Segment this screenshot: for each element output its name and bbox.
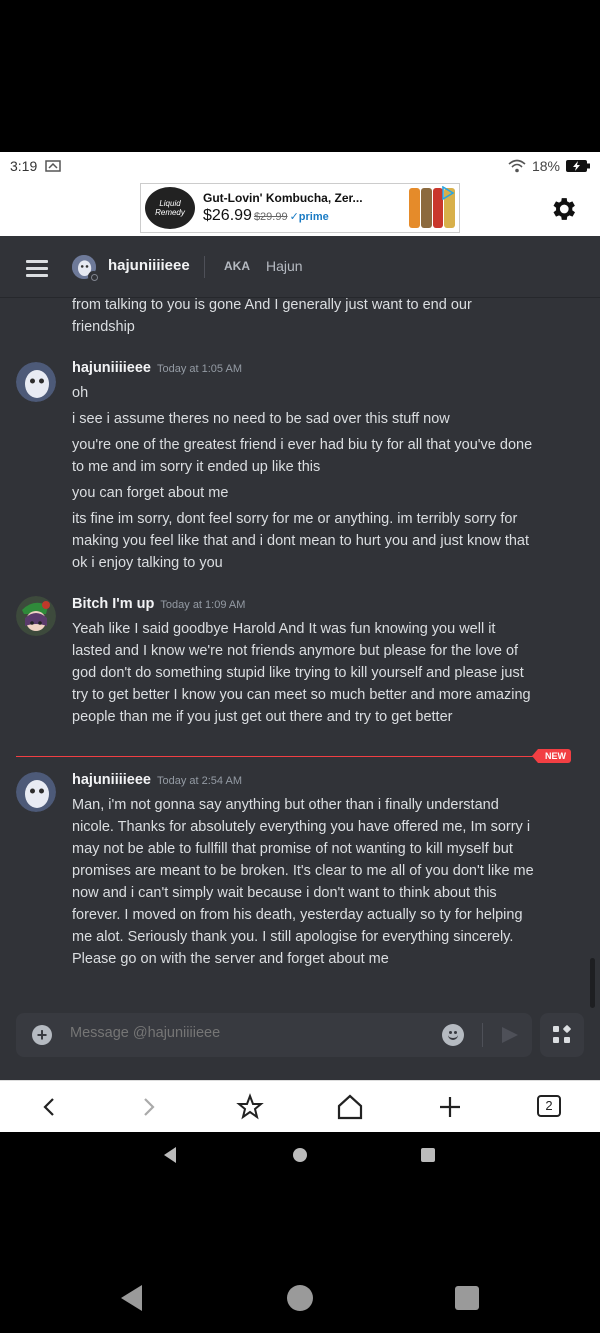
- message-continuation: from talking to you is gone And I genera…: [72, 298, 532, 338]
- emoji-icon[interactable]: [442, 1024, 464, 1046]
- gear-icon[interactable]: [548, 194, 578, 224]
- top-black-area: [0, 0, 600, 152]
- ad-title: Gut-Lovin' Kombucha, Zer...: [203, 191, 363, 205]
- composer-divider: [482, 1023, 483, 1047]
- message-text: you're one of the greatest friend i ever…: [72, 437, 533, 475]
- message-author[interactable]: Bitch I'm up Today at 1:09 AM: [72, 596, 245, 612]
- message-text: Yeah like I said goodbye Harold And It w…: [72, 621, 531, 725]
- system-nav-bar: [0, 1132, 600, 1178]
- message-text: i see i assume theres no need to be sad …: [72, 411, 450, 427]
- ad-banner-area: Liquid Remedy Gut-Lovin' Kombucha, Zer..…: [0, 180, 600, 236]
- message-author[interactable]: hajuniiiieee Today at 1:05 AM: [72, 360, 242, 376]
- status-time: 3:19: [10, 158, 38, 174]
- message-timestamp: Today at 2:54 AM: [156, 775, 242, 787]
- author-name[interactable]: Bitch I'm up: [72, 596, 154, 612]
- message-text: you can forget about me: [72, 485, 229, 501]
- message-input[interactable]: [70, 1025, 430, 1041]
- browser-toolbar: 2: [0, 1080, 600, 1132]
- avatar[interactable]: [16, 772, 56, 812]
- nickname: Hajun: [266, 258, 303, 274]
- device-back-icon[interactable]: [118, 1283, 146, 1313]
- author-name[interactable]: hajuniiiieee: [72, 360, 151, 376]
- aka-label: AKA: [224, 259, 250, 273]
- back-icon[interactable]: [34, 1093, 64, 1121]
- forward-icon[interactable]: [134, 1093, 164, 1121]
- status-bar: 3:19 18%: [0, 152, 600, 180]
- apps-icon[interactable]: [540, 1013, 584, 1057]
- ghost-avatar-icon: [16, 772, 56, 812]
- tab-count-button[interactable]: 2: [537, 1095, 561, 1117]
- battery-charging-icon: [566, 160, 590, 172]
- wifi-icon: [508, 159, 526, 173]
- channel-header: hajuniiiieee AKA Hajun: [0, 236, 600, 298]
- message-author[interactable]: hajuniiiieee Today at 2:54 AM: [72, 772, 242, 788]
- ad-banner[interactable]: Liquid Remedy Gut-Lovin' Kombucha, Zer..…: [140, 183, 460, 233]
- message-list[interactable]: from talking to you is gone And I genera…: [0, 298, 600, 1008]
- screen-cast-icon: [45, 160, 61, 172]
- ad-was-price: $29.99: [253, 211, 288, 223]
- message-text: its fine im sorry, dont feel sorry for m…: [72, 511, 530, 571]
- message-composer: +: [16, 1013, 532, 1057]
- dm-user-name[interactable]: hajuniiiieee: [108, 257, 190, 274]
- new-messages-divider: [16, 756, 538, 757]
- message-body: Yeah like I said goodbye Harold And It w…: [72, 618, 534, 732]
- avatar[interactable]: [16, 596, 56, 636]
- bookmark-star-icon[interactable]: [235, 1093, 265, 1121]
- device-recents-icon[interactable]: [454, 1285, 480, 1311]
- ad-brand-logo: Liquid Remedy: [145, 187, 195, 229]
- discord-dm-screen: hajuniiiieee AKA Hajun from talking to y…: [0, 236, 600, 1080]
- new-tab-icon[interactable]: [435, 1093, 465, 1121]
- menu-icon[interactable]: [26, 260, 48, 277]
- device-home-icon[interactable]: [286, 1284, 314, 1312]
- message-text: Man, i'm not gonna say anything but othe…: [72, 797, 534, 967]
- message-timestamp: Today at 1:09 AM: [160, 599, 246, 611]
- scrollbar[interactable]: [590, 958, 595, 1008]
- system-recents-icon[interactable]: [420, 1147, 436, 1163]
- header-divider: [204, 256, 205, 278]
- device-nav-bar: [0, 1178, 600, 1333]
- system-home-icon[interactable]: [292, 1147, 308, 1163]
- add-attachment-button[interactable]: +: [32, 1025, 52, 1045]
- home-icon[interactable]: [335, 1093, 365, 1121]
- ad-prime-badge: ✓prime: [289, 211, 329, 223]
- avatar[interactable]: [16, 362, 56, 402]
- ad-price: $26.99: [203, 207, 252, 224]
- message-body: Man, i'm not gonna say anything but othe…: [72, 794, 534, 974]
- anime-avatar-icon: [16, 596, 56, 636]
- message-timestamp: Today at 1:05 AM: [156, 363, 242, 375]
- message-body: oh i see i assume theres no need to be s…: [72, 382, 534, 578]
- offline-status-icon: [88, 271, 99, 282]
- message-text: oh: [72, 385, 89, 401]
- new-badge: NEW: [532, 749, 571, 763]
- send-icon[interactable]: [502, 1027, 518, 1043]
- ghost-avatar-icon: [16, 362, 56, 402]
- message-text: from talking to you is gone And I genera…: [72, 298, 472, 335]
- ad-choices-icon[interactable]: [441, 186, 455, 200]
- system-back-icon[interactable]: [162, 1146, 178, 1164]
- battery-percent: 18%: [531, 158, 560, 174]
- header-avatar[interactable]: [72, 255, 99, 282]
- author-name[interactable]: hajuniiiieee: [72, 772, 151, 788]
